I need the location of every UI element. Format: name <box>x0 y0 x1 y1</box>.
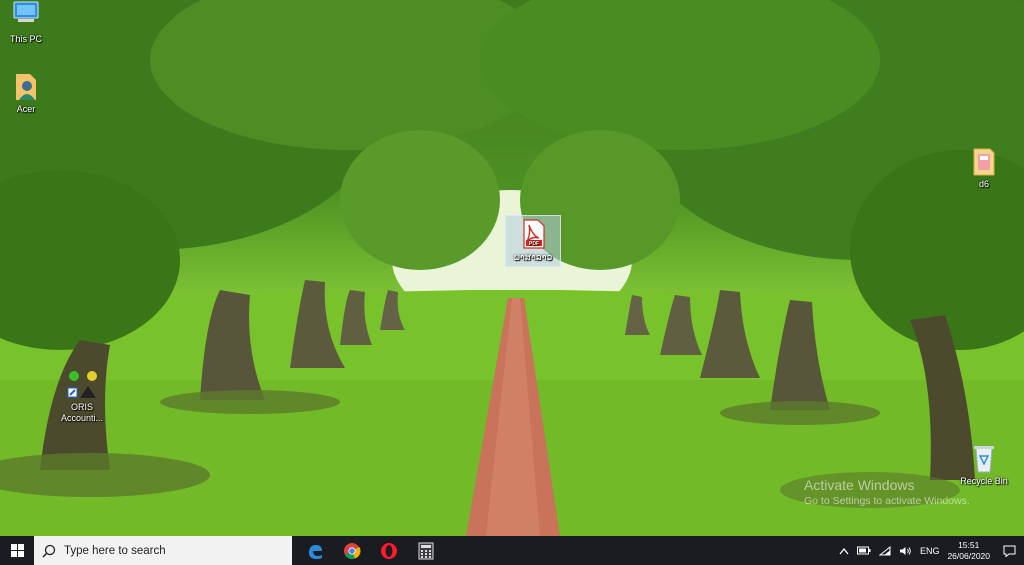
svg-text:PDF: PDF <box>529 241 539 247</box>
chevron-up-icon <box>839 547 849 554</box>
network-button[interactable] <box>875 536 895 565</box>
app-shortcut-icon <box>66 368 98 400</box>
desktop-icon-d6[interactable]: d6 <box>954 145 1014 190</box>
activate-subtitle: Go to Settings to activate Windows. <box>804 495 970 507</box>
action-center-button[interactable] <box>994 536 1024 565</box>
language-label: ENG <box>919 545 940 556</box>
wifi-icon <box>878 545 891 555</box>
activate-windows-watermark: Activate Windows Go to Settings to activ… <box>804 477 970 507</box>
pdf-file-icon: PDF <box>517 218 549 250</box>
folder-icon <box>968 145 1000 177</box>
clock-date: 26/06/2020 <box>947 550 990 561</box>
desktop-icon-pdf[interactable]: PDF ພາສາລາວ <box>505 215 561 267</box>
clock-time: 15:51 <box>958 539 980 550</box>
computer-icon <box>10 0 42 32</box>
edge-icon <box>308 544 322 559</box>
taskbar-app-chrome[interactable] <box>333 536 370 565</box>
chrome-icon <box>343 542 361 559</box>
taskbar-app-calculator[interactable] <box>407 536 444 565</box>
windows-logo-icon <box>10 544 24 557</box>
taskbar: Type here to search ENG 15:51 26/06/2020 <box>0 536 1024 565</box>
desktop-icon-label: ORIS Accounti... <box>60 402 104 423</box>
language-indicator[interactable]: ENG <box>916 536 944 565</box>
desktop-icon-this-pc[interactable]: This PC <box>0 0 56 45</box>
desktop-wallpaper <box>0 0 1024 536</box>
user-folder-icon <box>10 70 42 102</box>
battery-button[interactable] <box>853 536 875 565</box>
show-hidden-icons-button[interactable] <box>835 536 853 565</box>
taskbar-app-edge[interactable] <box>296 536 333 565</box>
battery-icon <box>856 546 871 555</box>
start-button[interactable] <box>0 536 34 565</box>
volume-button[interactable] <box>895 536 916 565</box>
activate-title: Activate Windows <box>804 477 915 493</box>
system-tray: ENG 15:51 26/06/2020 <box>835 536 1024 565</box>
desktop-icon-acer[interactable]: Acer <box>0 70 56 115</box>
speaker-icon <box>899 546 911 555</box>
taskbar-app-opera[interactable] <box>370 536 407 565</box>
taskbar-search-box[interactable]: Type here to search <box>34 536 292 565</box>
desktop-icon-label: ພາສາລາວ <box>513 252 553 262</box>
opera-icon <box>380 542 397 559</box>
desktop-icon-label: d6 <box>978 179 989 189</box>
calculator-icon <box>418 542 433 559</box>
desktop-icon-label: Acer <box>16 104 36 114</box>
search-icon <box>42 544 56 558</box>
recycle-bin-icon <box>968 442 1000 474</box>
notification-icon <box>1003 545 1015 557</box>
clock[interactable]: 15:51 26/06/2020 <box>943 536 994 565</box>
search-placeholder: Type here to search <box>64 544 166 557</box>
desktop-icon-label: This PC <box>9 34 42 44</box>
desktop-icon-oris-accounting[interactable]: ORIS Accounti... <box>52 368 112 424</box>
